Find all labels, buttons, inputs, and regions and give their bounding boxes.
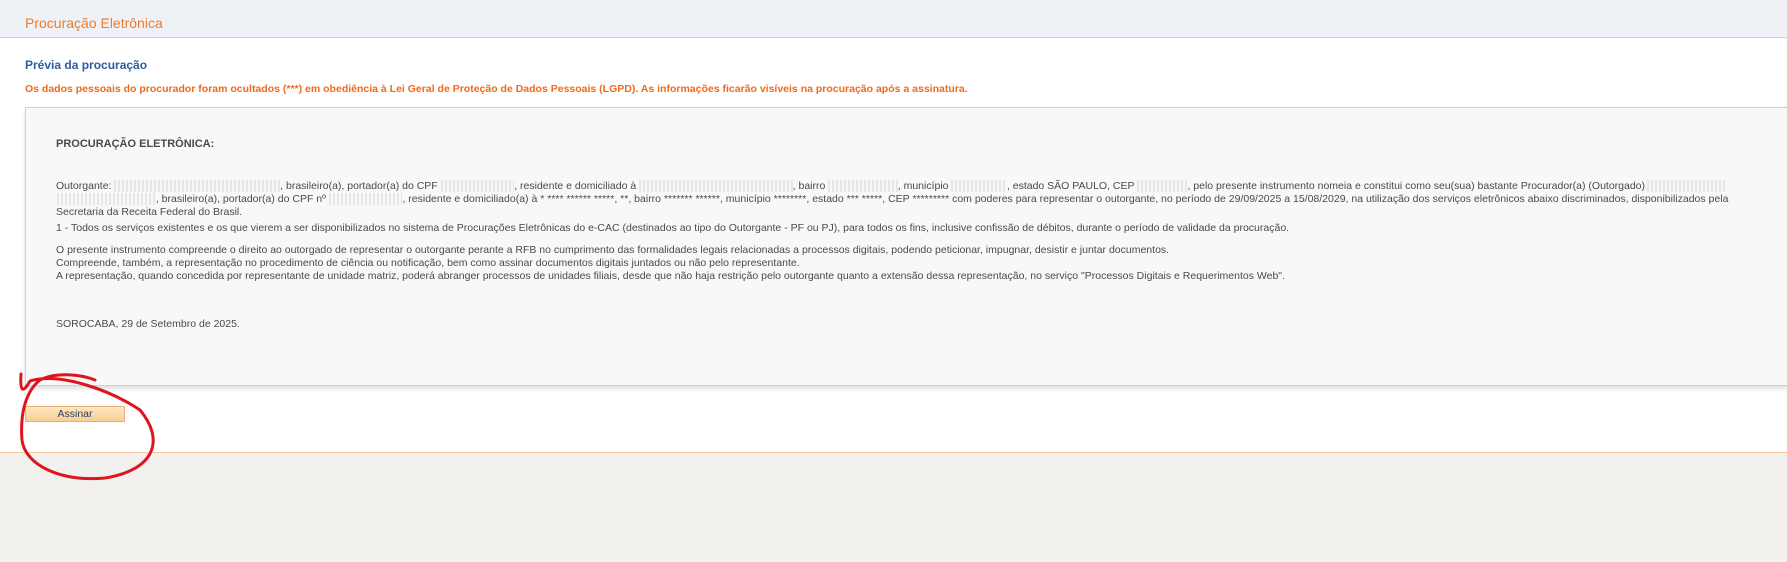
outorgante-paragraph: Outorgante: AAAAAAA AAAAAAAAA A AAAAAA, …: [56, 180, 1761, 219]
outorgante-text-6: , estado SÃO PAULO, CEP: [1006, 180, 1138, 192]
redacted-procurador-cpf: 000.000.000-00: [328, 193, 403, 205]
redacted-cep: 00000-000: [1137, 180, 1188, 192]
outorgante-text-3: , residente e domiciliado à: [514, 180, 639, 192]
service-item-1: 1 - Todos os serviços existentes e os qu…: [56, 222, 1290, 234]
powers-paragraphs: O presente instrumento compreende o dire…: [56, 244, 1761, 283]
outorgante-text-2: , brasileiro(a), portador(a) do CPF: [280, 180, 441, 192]
powers-paragraph-3: A representação, quando concedida por re…: [56, 270, 1285, 282]
outorgante-text-8: , brasileiro(a), portador(a) do CPF nº: [155, 193, 329, 205]
outorgante-text-7: , pelo presente instrumento nomeia e con…: [1187, 180, 1648, 192]
redacted-address: AAAAAAA AAAAAA AAAAAA, 00: [638, 180, 793, 192]
redacted-name: AAAAAAA AAAAAAAAA A AAAAAA: [113, 180, 281, 192]
outorgante-text-1: Outorgante:: [56, 180, 114, 192]
lgpd-notice: Os dados pessoais do procurador foram oc…: [25, 83, 968, 95]
powers-paragraph-1: O presente instrumento compreende o dire…: [56, 244, 1170, 256]
sign-button[interactable]: Assinar: [25, 406, 125, 422]
app-title: Procuração Eletrônica: [25, 15, 163, 31]
powers-paragraph-2: Compreende, também, a representação no p…: [56, 257, 800, 269]
section-title: Prévia da procuração: [25, 58, 148, 72]
outorgante-text-5: , município: [897, 180, 951, 192]
redacted-neighborhood: AAAAAAAAAA: [827, 180, 898, 192]
redacted-cpf: 000.000.000-00: [440, 180, 515, 192]
outorgante-text-4: , bairro: [792, 180, 828, 192]
app-header: Procuração Eletrônica: [0, 0, 1787, 38]
main-content: Prévia da procuração Os dados pessoais d…: [0, 38, 1787, 453]
redacted-municipality: AAAAAAAA: [950, 180, 1007, 192]
place-date: SOROCABA, 29 de Setembro de 2025.: [56, 318, 240, 330]
proxy-preview-box: PROCURAÇÃO ELETRÔNICA: Outorgante: AAAAA…: [25, 107, 1787, 386]
document-heading: PROCURAÇÃO ELETRÔNICA:: [56, 138, 215, 150]
